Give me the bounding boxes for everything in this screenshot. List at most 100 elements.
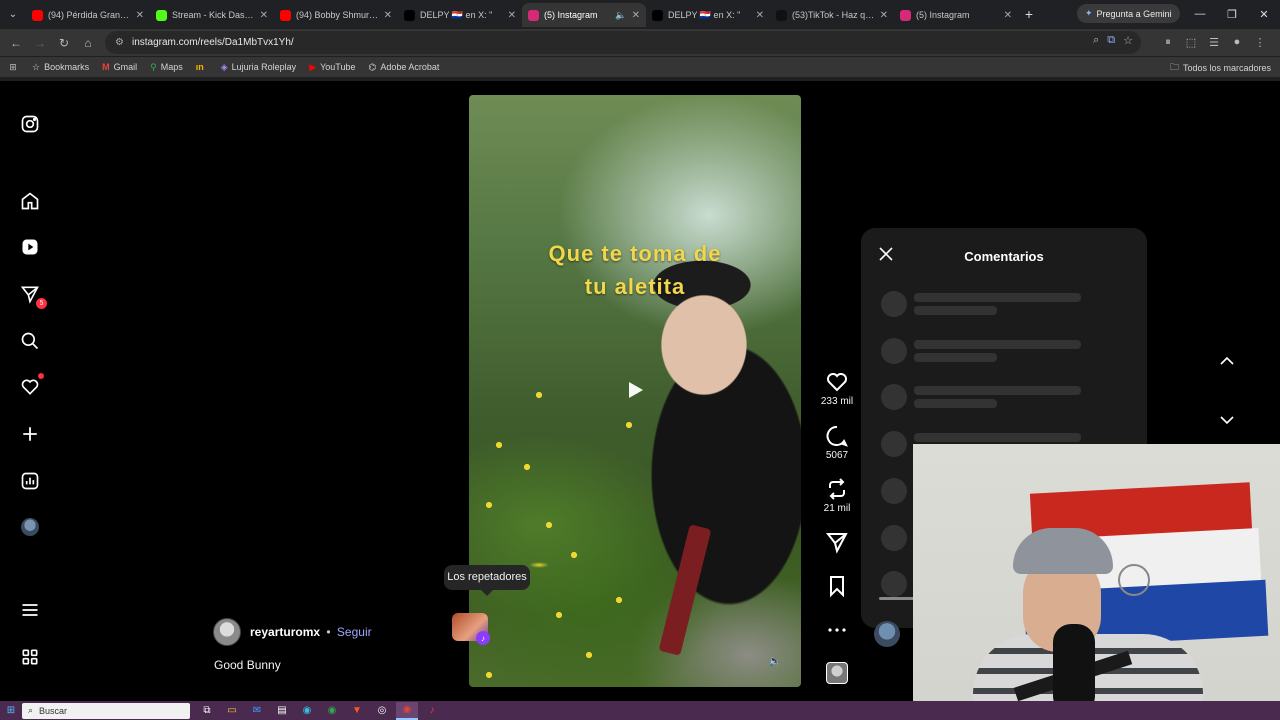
more-dots-icon[interactable] <box>825 618 849 642</box>
comments-scrollbar[interactable] <box>879 597 915 600</box>
bookmark-item[interactable]: M Gmail <box>102 62 137 73</box>
more-menu-icon[interactable] <box>17 597 43 623</box>
like-heart-icon[interactable] <box>825 370 849 394</box>
back-button[interactable]: ← <box>4 31 28 55</box>
close-tab-icon[interactable]: ✕ <box>756 10 764 21</box>
brave-icon[interactable]: ▼ <box>346 702 368 720</box>
instagram-logo-icon[interactable] <box>17 111 43 137</box>
reel-video[interactable]: Que te toma de tu aletita 🔈 <box>469 95 801 687</box>
youtube-icon: ▶ <box>309 61 317 72</box>
bookmark-label: Gmail <box>113 62 138 72</box>
create-plus-icon[interactable] <box>17 421 43 447</box>
windows-start-icon[interactable]: ⊞ <box>0 701 22 720</box>
bookmark-item[interactable]: ▶ YouTube <box>309 62 355 73</box>
bookmarks-bar: ⊞ ☆ Bookmarks M Gmail ⚲ Maps ın ◈ Lujuria Rolepl… <box>0 57 1280 77</box>
bookmark-icon[interactable] <box>825 574 849 598</box>
audio-square-icon[interactable] <box>826 662 848 684</box>
bookmark-label: Lujuria Roleplay <box>231 62 297 72</box>
home-button[interactable]: ⌂ <box>76 31 100 55</box>
comment-bubble-icon[interactable] <box>825 424 849 448</box>
close-window-button[interactable]: ✕ <box>1248 0 1280 28</box>
browser-tab[interactable]: (94) Bobby Shmurda ✕ <box>274 3 398 27</box>
more-action[interactable] <box>810 618 864 642</box>
taskbar-search[interactable]: ⌕ Buscar <box>22 702 190 719</box>
author-name[interactable]: reyarturomx <box>250 625 320 639</box>
chrome-icon[interactable]: ◉ <box>321 702 343 720</box>
also-from-meta-icon[interactable] <box>17 644 43 670</box>
bookmark-item[interactable]: ◈ Lujuria Roleplay <box>221 62 296 73</box>
bookmark-item[interactable]: ☆ Bookmarks <box>32 62 89 73</box>
zoom-icon[interactable]: ⌕ <box>1093 34 1099 47</box>
reload-button[interactable]: ↻ <box>52 31 76 55</box>
all-bookmarks[interactable]: 🗀 Todos los marcadores <box>1170 60 1271 76</box>
previous-reel-button[interactable] <box>1207 341 1247 381</box>
bookmark-item[interactable]: ın <box>196 62 208 73</box>
follow-button[interactable]: Seguir <box>337 625 372 639</box>
reels-icon[interactable] <box>17 234 43 260</box>
tab-search-button[interactable]: ⌄ <box>0 0 26 28</box>
play-icon[interactable] <box>625 380 645 400</box>
bookmark-item[interactable]: ⌬ Adobe Acrobat <box>368 62 439 73</box>
new-tab-button[interactable]: + <box>1018 6 1040 22</box>
browser-tab[interactable]: DELPY 🇵🇾 en X: " ✕ <box>646 3 770 27</box>
save-action[interactable] <box>810 574 864 598</box>
folder-icon: 🗀 <box>1169 62 1179 72</box>
comment-skeleton <box>881 291 1111 321</box>
repost-action[interactable]: 21 mil <box>810 477 864 514</box>
profile-avatar-icon[interactable] <box>17 514 43 540</box>
repost-icon[interactable] <box>825 477 849 501</box>
search-icon[interactable] <box>17 328 43 354</box>
volume-icon[interactable]: 🔈 <box>767 653 783 669</box>
address-bar[interactable]: ⚙ instagram.com/reels/Da1MbTvx1Yh/ ⌕ ⧉ ☆ <box>105 31 1141 54</box>
task-view-icon[interactable]: ⧉ <box>196 702 218 720</box>
chrome-active-icon[interactable]: ◉ <box>396 701 418 720</box>
home-icon[interactable] <box>17 188 43 214</box>
notepad-icon[interactable]: ▤ <box>271 702 293 720</box>
menu-icon[interactable]: ⋮ <box>1252 32 1268 52</box>
tiktok-icon[interactable]: ♪ <box>421 702 443 720</box>
audio-thumbnail[interactable]: ♪ <box>452 613 490 645</box>
site-info-icon[interactable]: ⚙ <box>115 37 124 48</box>
close-tab-icon[interactable]: ✕ <box>260 10 268 21</box>
close-tab-icon[interactable]: ✕ <box>880 10 888 21</box>
restore-button[interactable]: ❐ <box>1216 0 1248 28</box>
author-avatar[interactable] <box>213 618 241 646</box>
edge-icon[interactable]: ◉ <box>296 702 318 720</box>
browser-tab[interactable]: (94) Pérdida Grande... ✕ <box>26 3 150 27</box>
share-action[interactable] <box>810 530 864 554</box>
like-action[interactable]: 233 mil <box>810 370 864 407</box>
browser-tab[interactable]: DELPY 🇵🇾 en X: " ✕ <box>398 3 522 27</box>
tab-label: DELPY 🇵🇾 en X: " <box>420 9 493 20</box>
profile-avatar-icon[interactable]: ● <box>1229 32 1245 52</box>
obs-icon[interactable]: ◎ <box>371 702 393 720</box>
messages-icon[interactable]: 5 <box>17 281 47 309</box>
next-reel-button[interactable] <box>1207 400 1247 440</box>
translate-icon[interactable]: ⧉ <box>1107 34 1115 47</box>
file-explorer-icon[interactable]: ▭ <box>221 702 243 720</box>
share-paperplane-icon[interactable] <box>825 530 849 554</box>
reading-list-icon[interactable]: ☰ <box>1206 32 1222 52</box>
close-tab-icon[interactable]: ✕ <box>632 10 640 21</box>
browser-tab[interactable]: (5) Instagram 🔈 ✕ <box>522 3 646 27</box>
audio-action[interactable] <box>810 662 864 684</box>
close-tab-icon[interactable]: ✕ <box>508 10 516 21</box>
browser-tab[interactable]: (53)TikTok - Haz que ✕ <box>770 3 894 27</box>
outlook-icon[interactable]: ✉ <box>246 702 268 720</box>
browser-tab[interactable]: (5) Instagram ✕ <box>894 3 1018 27</box>
gemini-button[interactable]: ✦ Pregunta a Gemini <box>1077 4 1180 23</box>
minimize-button[interactable]: — <box>1184 0 1216 28</box>
media-icon[interactable]: ⏸ <box>1160 32 1176 52</box>
close-tab-icon[interactable]: ✕ <box>1004 10 1012 21</box>
extensions-icon[interactable]: ⬚ <box>1183 32 1199 52</box>
tab-audio-icon[interactable]: 🔈 <box>615 10 626 21</box>
apps-icon[interactable]: ⊞ <box>0 62 26 73</box>
browser-tab[interactable]: Stream - Kick Dashbo ✕ <box>150 3 274 27</box>
close-tab-icon[interactable]: ✕ <box>384 10 392 21</box>
bookmark-star-icon[interactable]: ☆ <box>1123 34 1133 47</box>
notifications-heart-icon[interactable] <box>17 373 44 400</box>
close-tab-icon[interactable]: ✕ <box>136 10 144 21</box>
forward-button[interactable]: → <box>28 31 52 55</box>
bookmark-item[interactable]: ⚲ Maps <box>150 62 183 73</box>
dashboard-icon[interactable] <box>17 468 43 494</box>
comment-action[interactable]: 5067 <box>810 424 864 461</box>
